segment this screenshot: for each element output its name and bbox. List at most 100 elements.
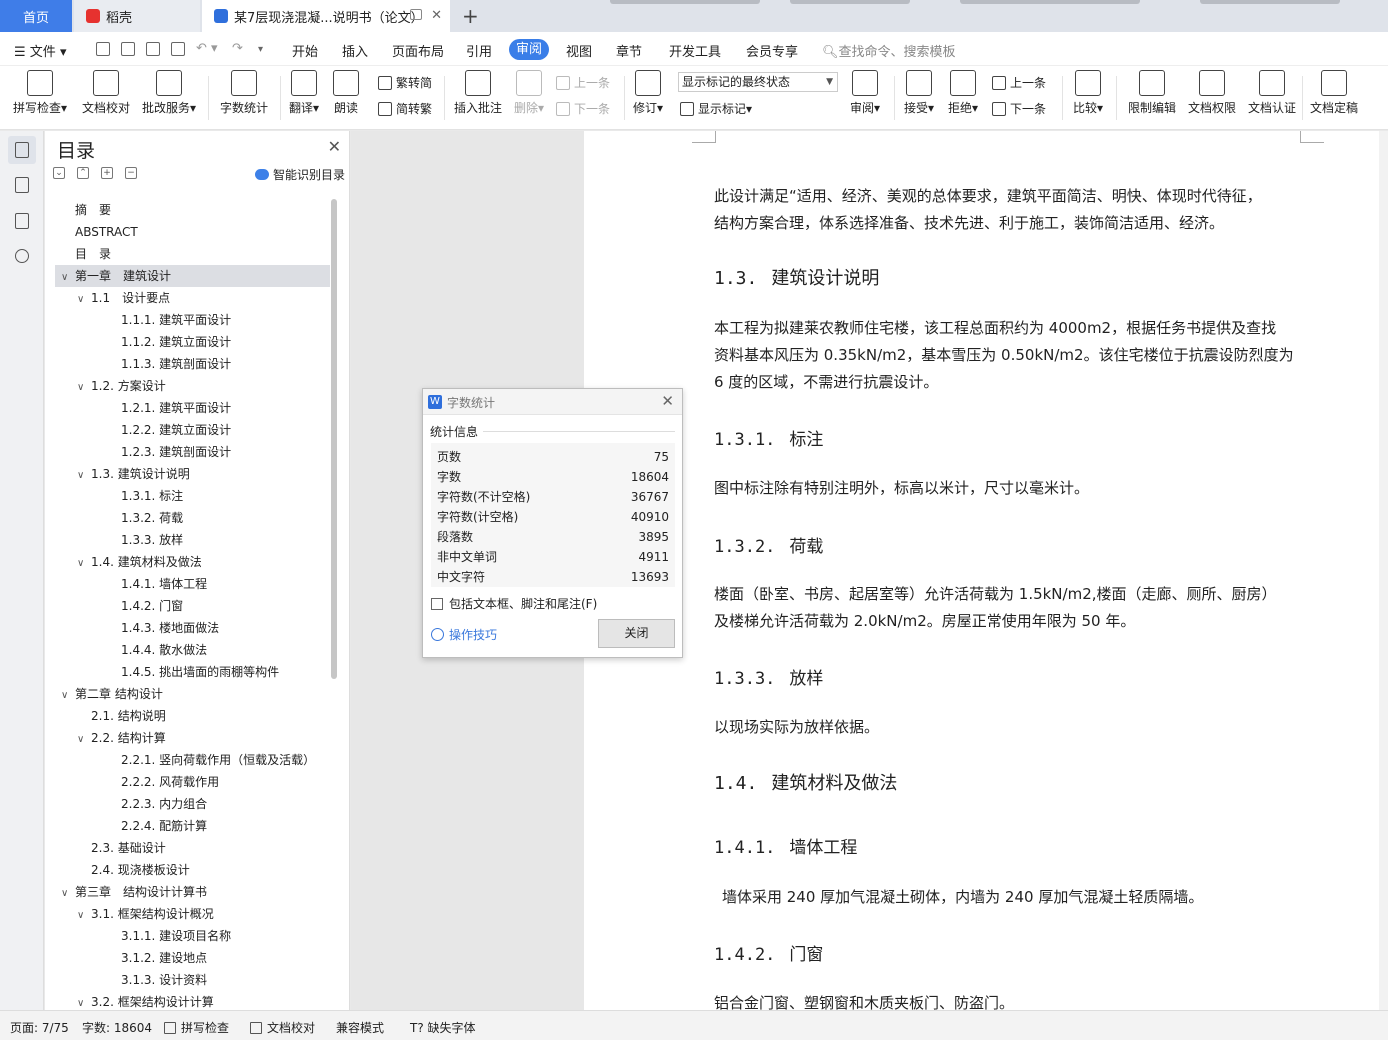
chevron-down-icon[interactable]: ∨ — [77, 377, 91, 399]
toc-item[interactable]: 3.1.2. 建设地点 — [55, 947, 330, 969]
chevron-down-icon[interactable]: ∨ — [77, 553, 91, 575]
missing-fonts-status[interactable]: T? 缺失字体 — [410, 1019, 476, 1036]
command-search[interactable]: 🔍︎查找命令、搜索模板 — [822, 41, 956, 60]
menu-member[interactable]: 会员专享 — [746, 41, 798, 60]
delete-comment-button[interactable]: 删除▾ — [510, 70, 548, 116]
simp-to-trad-button[interactable]: 简转繁 — [378, 100, 432, 117]
word-count-indicator[interactable]: 字数: 18604 — [82, 1019, 152, 1036]
revise-button[interactable]: 修订▾ — [630, 70, 666, 116]
toc-item[interactable]: 目 录 — [55, 243, 330, 265]
toc-item[interactable]: 1.4.3. 楼地面做法 — [55, 617, 330, 639]
spell-check-button[interactable]: 拼写检查▾ — [10, 70, 70, 116]
restrict-edit-button[interactable]: 限制编辑 — [1124, 70, 1180, 116]
toc-item[interactable]: 1.4.5. 挑出墙面的雨棚等构件 — [55, 661, 330, 683]
chapter-pane-button[interactable] — [8, 171, 36, 199]
prev-comment-button[interactable]: 上一条 — [556, 74, 610, 91]
toc-item[interactable]: 2.2.1. 竖向荷载作用（恒载及活载） — [55, 749, 330, 771]
file-menu[interactable]: ☰ 文件 ▾ — [14, 41, 66, 60]
toc-item[interactable]: 3.1.1. 建设项目名称 — [55, 925, 330, 947]
toc-item[interactable]: 1.4.4. 散水做法 — [55, 639, 330, 661]
toc-item[interactable]: 1.1.1. 建筑平面设计 — [55, 309, 330, 331]
tab-document[interactable]: 某7层现浇混凝...说明书（论文） ✕ — [202, 0, 450, 32]
smart-toc-button[interactable]: 智能识别目录 — [254, 166, 345, 183]
toc-item[interactable]: 2.4. 现浇楼板设计 — [55, 859, 330, 881]
toc-item[interactable]: 3.1.3. 设计资料 — [55, 969, 330, 991]
toc-item[interactable]: ∨ 第二章 结构设计 — [55, 683, 330, 705]
close-tab-icon[interactable]: ✕ — [431, 8, 442, 23]
document-page[interactable]: 此设计满足“适用、经济、美观的总体要求，建筑平面简洁、明快、体现时代待征， 结构… — [584, 131, 1379, 1010]
redo-icon[interactable]: ↷ — [232, 41, 243, 56]
read-aloud-button[interactable]: 朗读 — [330, 70, 362, 116]
chevron-down-icon[interactable]: ∨ — [77, 905, 91, 927]
tab-home[interactable]: 首页 — [0, 0, 72, 32]
menu-start[interactable]: 开始 — [292, 41, 318, 60]
chevron-down-icon[interactable]: ∨ — [61, 267, 75, 289]
chevron-down-icon[interactable]: ∨ — [77, 729, 91, 751]
float-window-icon[interactable] — [410, 9, 422, 20]
toc-item[interactable]: 摘 要 — [55, 199, 330, 221]
next-change-button[interactable]: 下一条 — [992, 100, 1046, 117]
toc-item[interactable]: ∨ 1.1 设计要点 — [55, 287, 330, 309]
find-pane-button[interactable] — [8, 243, 36, 271]
chevron-down-icon[interactable]: ∨ — [61, 883, 75, 905]
bookmark-pane-button[interactable] — [8, 207, 36, 235]
word-count-button[interactable]: 字数统计 — [218, 70, 270, 116]
toc-item[interactable]: 1.3.1. 标注 — [55, 485, 330, 507]
menu-insert[interactable]: 插入 — [342, 41, 368, 60]
toc-item[interactable]: 2.1. 结构说明 — [55, 705, 330, 727]
toc-item[interactable]: 1.1.2. 建筑立面设计 — [55, 331, 330, 353]
tab-daoke[interactable]: 稻壳 — [74, 0, 200, 32]
toc-item[interactable]: 1.4.1. 墙体工程 — [55, 573, 330, 595]
menu-review[interactable]: 审阅 — [509, 39, 549, 60]
toc-item[interactable]: 1.2.3. 建筑剖面设计 — [55, 441, 330, 463]
toc-item[interactable]: 1.3.2. 荷载 — [55, 507, 330, 529]
toc-item[interactable]: 2.2.2. 风荷载作用 — [55, 771, 330, 793]
close-icon[interactable]: ✕ — [661, 392, 674, 410]
add-heading-icon[interactable]: + — [101, 167, 113, 179]
accept-button[interactable]: 接受▾ — [900, 70, 938, 116]
toc-item[interactable]: ∨ 1.4. 建筑材料及做法 — [55, 551, 330, 573]
trad-to-simp-button[interactable]: 繁转简 — [378, 74, 432, 91]
close-icon[interactable]: ✕ — [328, 137, 341, 156]
close-button[interactable]: 关闭 — [598, 619, 675, 648]
doc-certify-button[interactable]: 文档认证 — [1244, 70, 1300, 116]
chevron-down-icon[interactable]: ∨ — [77, 289, 91, 311]
toc-item[interactable]: ∨ 3.1. 框架结构设计概况 — [55, 903, 330, 925]
export-pdf-icon[interactable] — [121, 42, 135, 56]
toc-item[interactable]: 1.1.3. 建筑剖面设计 — [55, 353, 330, 375]
toc-item[interactable]: 1.3.3. 放样 — [55, 529, 330, 551]
doc-permission-button[interactable]: 文档权限 — [1184, 70, 1240, 116]
checkbox-box[interactable] — [431, 598, 443, 610]
compare-button[interactable]: 比较▾ — [1068, 70, 1108, 116]
include-textbox-checkbox[interactable]: 包括文本框、脚注和尾注(F) — [431, 595, 597, 612]
insert-comment-button[interactable]: 插入批注 — [452, 70, 504, 116]
review-pane-button[interactable]: 审阅▾ — [846, 70, 884, 116]
toc-item[interactable]: ∨ 3.2. 框架结构设计计算 — [55, 991, 330, 1010]
menu-references[interactable]: 引用 — [466, 41, 492, 60]
chevron-down-icon[interactable]: ∨ — [77, 993, 91, 1010]
expand-all-icon[interactable]: ⌄ — [53, 167, 65, 179]
menu-developer[interactable]: 开发工具 — [669, 41, 721, 60]
menu-chapter[interactable]: 章节 — [616, 41, 642, 60]
print-icon[interactable] — [146, 42, 160, 56]
print-preview-icon[interactable] — [171, 42, 185, 56]
menu-view[interactable]: 视图 — [566, 41, 592, 60]
chevron-down-icon[interactable]: ∨ — [77, 465, 91, 487]
page-indicator[interactable]: 页面: 7/75 — [10, 1019, 69, 1036]
toc-item[interactable]: ∨ 2.2. 结构计算 — [55, 727, 330, 749]
document-scrollbar[interactable] — [1379, 131, 1388, 1010]
spell-check-status[interactable]: 拼写检查 — [164, 1019, 229, 1036]
toc-item[interactable]: 2.2.4. 配筋计算 — [55, 815, 330, 837]
toc-item[interactable]: 2.3. 基础设计 — [55, 837, 330, 859]
markup-state-select[interactable]: 显示标记的最终状态 ▼ — [678, 72, 838, 92]
chevron-down-icon[interactable]: ∨ — [61, 685, 75, 707]
dialog-titlebar[interactable]: W 字数统计 ✕ — [423, 389, 682, 415]
doc-proof-status[interactable]: 文档校对 — [250, 1019, 315, 1036]
toc-item[interactable]: ∨ 1.2. 方案设计 — [55, 375, 330, 397]
prev-change-button[interactable]: 上一条 — [992, 74, 1046, 91]
translate-button[interactable]: 翻译▾ — [286, 70, 322, 116]
new-tab-icon[interactable]: + — [462, 4, 479, 28]
toc-item[interactable]: 2.2.3. 内力组合 — [55, 793, 330, 815]
toc-item[interactable]: 1.2.1. 建筑平面设计 — [55, 397, 330, 419]
doc-proof-button[interactable]: 文档校对 — [80, 70, 132, 116]
